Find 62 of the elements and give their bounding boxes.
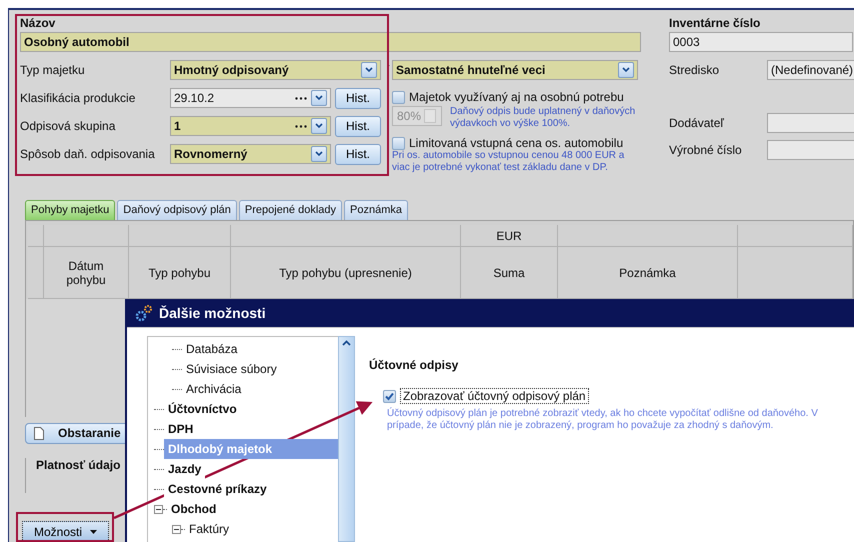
field-label: Odpisová skupina xyxy=(20,119,116,133)
tab[interactable]: Poznámka xyxy=(344,200,408,220)
gears-icon xyxy=(135,304,153,322)
tab[interactable]: Prepojené doklady xyxy=(238,200,342,220)
ellipsis-icon[interactable] xyxy=(295,124,307,128)
dropdown-field[interactable]: Hmotný odpisovaný xyxy=(170,60,381,80)
column-header[interactable]: Dátum pohybu xyxy=(44,247,129,299)
caret-icon xyxy=(90,530,98,534)
document-icon xyxy=(34,426,44,440)
field-label: Klasifikácia produkcie xyxy=(20,91,136,105)
info-note: Daňový odpis bude uplatnený v daňových výdavkoch vo výške 100%. xyxy=(450,106,636,130)
dropdown-field[interactable]: Samostatné hnuteľné veci xyxy=(392,60,638,80)
text-field[interactable]: (Nedefinované) xyxy=(767,60,854,80)
tab[interactable]: Pohyby majetku xyxy=(25,200,116,220)
scrollbar[interactable] xyxy=(338,336,355,542)
history-button[interactable]: Hist. xyxy=(335,144,381,164)
checkbox-label: Zobrazovať účtovný odpisový plán xyxy=(400,388,589,404)
field-label: Inventárne číslo xyxy=(669,16,762,32)
header-cell xyxy=(28,225,44,247)
checkbox[interactable] xyxy=(392,136,405,150)
field-label: Dodávateľ xyxy=(669,116,725,130)
dropdown-icon[interactable] xyxy=(311,90,327,106)
checkbox-label: Majetok využívaný aj na osobnú potrebu xyxy=(409,90,624,104)
text-field[interactable] xyxy=(767,113,854,133)
dropdown-icon[interactable] xyxy=(618,62,634,78)
field-label: Názov xyxy=(20,16,56,32)
name-field[interactable]: Osobný automobil xyxy=(20,32,641,52)
options-button[interactable]: Možnosti xyxy=(22,521,109,542)
checkbox[interactable] xyxy=(383,390,396,402)
collapse-icon[interactable] xyxy=(154,504,163,514)
dropdown-icon[interactable] xyxy=(361,62,377,78)
field-label: Spôsob daň. odpisovania xyxy=(20,147,156,161)
field-label: Výrobné číslo xyxy=(669,143,743,157)
column-header[interactable]: Typ pohybu (upresnenie) xyxy=(231,247,461,299)
lookup-field[interactable]: 1 xyxy=(170,116,331,136)
info-note: Účtovný odpisový plán je potrebné zobraziť vtedy, ak ho chcete vypočítať odlišne od daňového. V prípade, že účtovný plán nie je zobrazený, program ho považuje za zhodný s daňovým. xyxy=(387,408,819,432)
section-label: Platnosť údajo xyxy=(36,458,120,472)
section-title: Účtovné odpisy xyxy=(369,358,460,372)
column-header[interactable]: Typ pohybu xyxy=(129,247,231,299)
dropdown-icon[interactable] xyxy=(311,118,327,134)
tab[interactable]: Daňový odpisový plán xyxy=(117,200,237,220)
checkbox-label: Limitovaná vstupná cena os. automobilu xyxy=(409,136,624,150)
info-note: Pri os. automobile so vstupnou cenou 48 000 EUR a viac je potrebné vykonať test základu dane v DP. xyxy=(392,150,626,174)
dropdown-field[interactable]: Rovnomerný xyxy=(170,144,331,164)
lookup-field[interactable]: 29.10.2 xyxy=(170,88,331,108)
history-button[interactable]: Hist. xyxy=(335,88,381,108)
column-header[interactable]: Suma xyxy=(461,247,558,299)
checkbox[interactable] xyxy=(392,90,405,104)
separator-text: - xyxy=(387,60,390,70)
text-field[interactable] xyxy=(767,140,854,160)
history-button[interactable]: Hist. xyxy=(335,116,381,136)
obstaranie-button[interactable]: Obstaranie xyxy=(25,422,125,444)
dialog-title: Ďalšie možnosti xyxy=(159,305,266,321)
collapse-icon[interactable] xyxy=(172,524,181,534)
field-label: Typ majetku xyxy=(20,63,86,77)
ellipsis-icon[interactable] xyxy=(295,96,307,100)
field-label: Stredisko xyxy=(669,63,720,77)
scroll-up-icon[interactable] xyxy=(342,340,351,346)
inventory-field[interactable]: 0003 xyxy=(669,32,853,52)
column-header[interactable]: Poznámka xyxy=(558,247,738,299)
dropdown-icon[interactable] xyxy=(311,146,327,162)
column-group-header: EUR xyxy=(461,225,558,247)
